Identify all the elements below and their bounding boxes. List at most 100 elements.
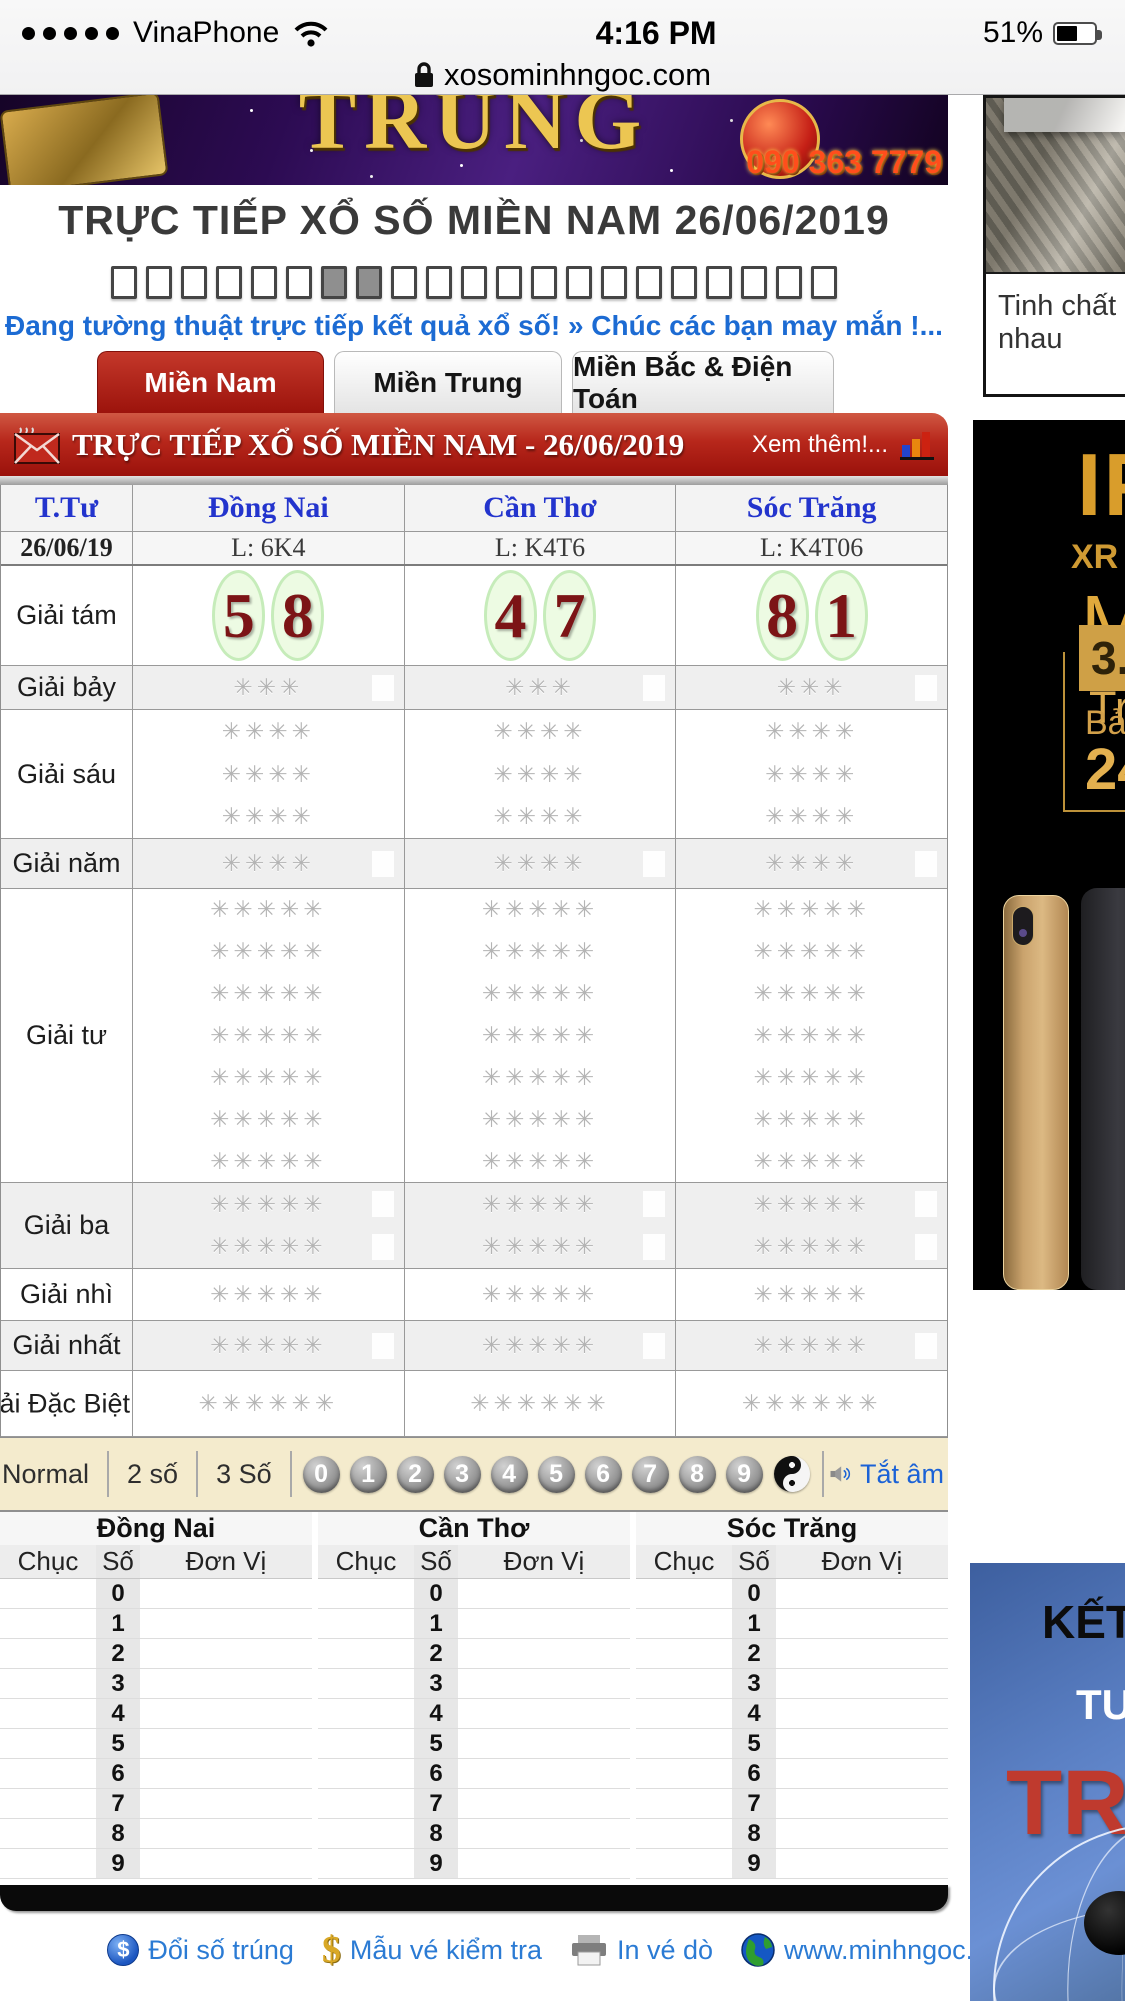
divider <box>107 1451 109 1497</box>
see-more-link[interactable]: Xem thêm!... <box>752 431 888 459</box>
digit-button-2[interactable]: 2 <box>397 1456 434 1493</box>
link-mau-ve-kiem-tra[interactable]: $ Mẫu vé kiểm tra <box>322 1928 542 1972</box>
stats-col-header: Chục <box>0 1545 96 1578</box>
pending-number-line: ✳✳✳✳ <box>133 710 404 753</box>
loading-placeholder: ✳✳✳✳✳ <box>210 1106 326 1133</box>
stats-cell-donvi <box>776 1849 948 1878</box>
tab-mien-nam[interactable]: Miền Nam <box>97 351 324 413</box>
pending-number-line: ✳✳✳ <box>405 666 676 709</box>
product-ad[interactable]: Tinh chất nhau <box>983 95 1125 397</box>
stats-cell-so: 7 <box>732 1789 776 1818</box>
stats-cell-donvi <box>140 1729 312 1758</box>
digit-button-3[interactable]: 3 <box>444 1456 481 1493</box>
stats-row: 2 <box>0 1639 312 1669</box>
stats-cell-so: 2 <box>732 1639 776 1668</box>
stats-cell-so: 1 <box>732 1609 776 1638</box>
stats-row: 3 <box>0 1669 312 1699</box>
stats-cell-chuc <box>0 1639 96 1668</box>
results-table: T.Tư Đồng Nai Cần Thơ Sóc Trăng 26/06/19… <box>0 485 948 1438</box>
link-doi-so-trung[interactable]: $ Đổi số trúng <box>107 1934 294 1966</box>
digit-button-7[interactable]: 7 <box>632 1456 669 1493</box>
stats-cell-so: 1 <box>96 1609 140 1638</box>
envelope-icon <box>14 426 60 464</box>
progress-square <box>181 266 207 299</box>
pending-number-line: ✳✳✳✳✳ <box>133 1321 404 1370</box>
stats-row: 6 <box>318 1759 630 1789</box>
pending-number-line: ✳✳✳✳✳ <box>405 1140 676 1182</box>
loading-placeholder: ✳✳✳✳✳ <box>482 1148 598 1175</box>
tab-mien-trung[interactable]: Miền Trung <box>334 351 562 413</box>
cell-marker <box>643 1064 665 1090</box>
loading-placeholder: ✳✳✳✳✳✳ <box>742 1390 882 1417</box>
divider <box>196 1451 198 1497</box>
digit-button-0[interactable]: 0 <box>303 1456 340 1493</box>
pending-number-line: ✳✳✳✳ <box>405 710 676 753</box>
loading-placeholder: ✳✳✳✳✳ <box>482 1191 598 1218</box>
loading-placeholder: ✳✳✳✳✳ <box>482 1233 598 1260</box>
cell-marker <box>372 1106 394 1132</box>
column-header-soc-trang: Sóc Trăng <box>676 485 947 531</box>
globe-icon <box>741 1933 775 1967</box>
mute-button[interactable]: Tắt âm <box>860 1459 944 1490</box>
stats-cell-donvi <box>140 1579 312 1608</box>
cell-marker <box>915 1148 937 1174</box>
stats-cell-donvi <box>776 1729 948 1758</box>
link-in-ve-do[interactable]: In vé dò <box>570 1934 713 1966</box>
prize-value-cell: ✳✳✳✳✳ <box>676 1321 947 1370</box>
prize-row: Giải ba✳✳✳✳✳✳✳✳✳✳✳✳✳✳✳✳✳✳✳✳✳✳✳✳✳✳✳✳✳✳ <box>1 1183 947 1269</box>
stats-cell-so: 1 <box>414 1609 458 1638</box>
iphone-ad-title: IP <box>1077 434 1125 536</box>
yin-yang-button[interactable] <box>774 1456 810 1492</box>
prize-label: Giải tám <box>1 566 133 665</box>
digit-button-4[interactable]: 4 <box>491 1456 528 1493</box>
pending-number-line: ✳✳✳✳✳ <box>676 973 947 1015</box>
pending-number-line: ✳✳✳✳✳ <box>405 1269 676 1320</box>
stats-cell-donvi <box>458 1699 630 1728</box>
prize-row: Giải tư✳✳✳✳✳✳✳✳✳✳✳✳✳✳✳✳✳✳✳✳✳✳✳✳✳✳✳✳✳✳✳✳✳… <box>1 889 947 1183</box>
pending-number-line: ✳✳✳✳✳ <box>133 1098 404 1140</box>
digit-button-6[interactable]: 6 <box>585 1456 622 1493</box>
speaker-icon[interactable] <box>830 1456 852 1492</box>
digit-button-5[interactable]: 5 <box>538 1456 575 1493</box>
lottery-results-ad[interactable]: KẾT TU TR <box>970 1563 1125 2001</box>
stats-cell-donvi <box>776 1759 948 1788</box>
digit-button-8[interactable]: 8 <box>679 1456 716 1493</box>
cell-marker <box>372 1191 394 1217</box>
cell-marker <box>915 897 937 923</box>
winning-digit: 4 <box>484 570 537 661</box>
prize-rows: Giải tám584781Giải bảy✳✳✳✳✳✳✳✳✳Giải sáu✳… <box>1 566 947 1437</box>
stats-row: 0 <box>0 1579 312 1609</box>
stats-cell-chuc <box>636 1759 732 1788</box>
top-promo-banner[interactable]: TRÚNG 090 363 7779 <box>0 95 948 185</box>
prize-value-cell: 58 <box>133 566 405 665</box>
cell-marker <box>915 939 937 965</box>
stats-cell-chuc <box>636 1849 732 1878</box>
cell-marker <box>372 1333 394 1359</box>
chart-icon[interactable] <box>900 429 934 461</box>
cell-marker <box>915 851 937 877</box>
stats-cell-chuc <box>318 1609 414 1638</box>
stats-row: 7 <box>318 1789 630 1819</box>
safari-url-bar[interactable]: xosominhngoc.com <box>0 56 1125 94</box>
loading-placeholder: ✳✳✳✳ <box>765 850 858 877</box>
prize-row: Giải bảy✳✳✳✳✳✳✳✳✳ <box>1 666 947 710</box>
stats-cell-chuc <box>0 1759 96 1788</box>
stats-group-1: Cần ThơChụcSốĐơn Vị0123456789 <box>318 1512 630 1879</box>
digit-stats-table: Đồng NaiChụcSốĐơn Vị0123456789Cần ThơChụ… <box>0 1512 948 1879</box>
mode-button-2so[interactable]: 2 số <box>115 1459 190 1490</box>
prize-value-cell: ✳✳✳✳✳✳✳✳✳✳✳✳✳✳✳✳✳✳✳✳✳✳✳✳✳✳✳✳✳✳✳✳✳✳✳ <box>676 889 947 1182</box>
loading-placeholder: ✳✳✳✳✳ <box>754 1064 870 1091</box>
digit-button-1[interactable]: 1 <box>350 1456 387 1493</box>
mode-button-normal[interactable]: Normal <box>0 1459 101 1490</box>
progress-square <box>776 266 802 299</box>
digit-button-9[interactable]: 9 <box>726 1456 763 1493</box>
pending-number-line: ✳✳✳✳✳ <box>676 1098 947 1140</box>
mode-button-3so[interactable]: 3 Số <box>204 1459 284 1490</box>
stats-cell-donvi <box>458 1729 630 1758</box>
tab-mien-bac-dien-toan[interactable]: Miền Bắc & Điện Toán <box>572 351 834 413</box>
cell-marker <box>372 939 394 965</box>
prize-value-cell: ✳✳✳✳✳ <box>676 1269 947 1320</box>
stats-cell-so: 7 <box>96 1789 140 1818</box>
iphone-ad[interactable]: IP XR M Trả 3. Bảo 24 <box>973 420 1125 1290</box>
stats-cell-donvi <box>140 1669 312 1698</box>
